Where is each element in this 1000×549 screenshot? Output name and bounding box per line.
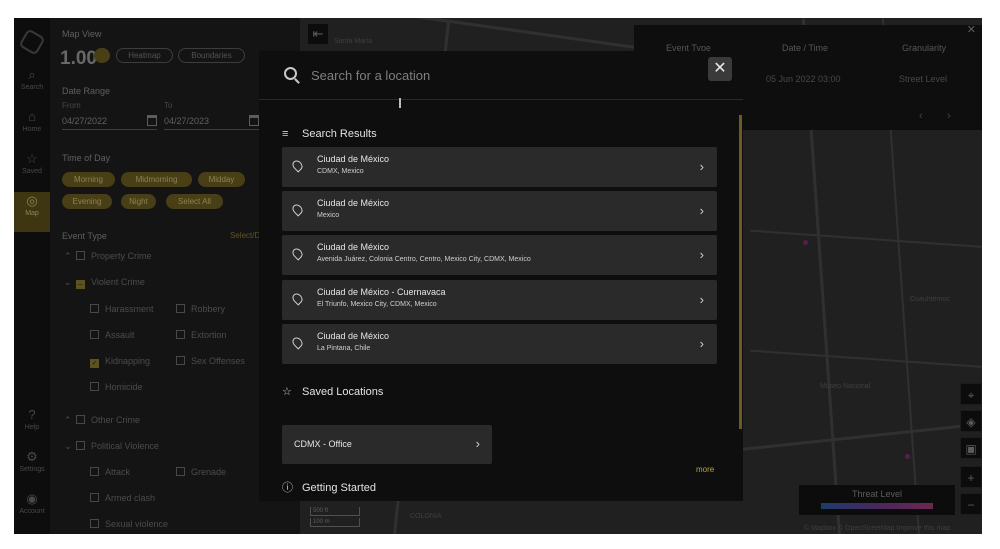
chevron-right-icon: ›: [699, 336, 704, 351]
more-link[interactable]: more: [696, 465, 714, 474]
location-search-input[interactable]: [311, 63, 691, 87]
search-icon: [284, 67, 297, 80]
search-result-item[interactable]: Ciudad de México CDMX, Mexico ›: [282, 147, 717, 187]
search-result-item[interactable]: Ciudad de México Mexico ›: [282, 191, 717, 231]
saved-locations-heading: ☆ Saved Locations: [282, 386, 384, 398]
chevron-right-icon: ›: [699, 203, 704, 218]
location-pin-icon: [290, 335, 305, 350]
star-icon: ☆: [282, 386, 292, 398]
chevron-right-icon: ›: [475, 436, 480, 451]
close-button[interactable]: ✕: [708, 57, 732, 81]
location-pin-icon: [290, 246, 305, 261]
getting-started-heading[interactable]: ⓘ Getting Started: [282, 479, 376, 495]
search-result-item[interactable]: Ciudad de México - Cuernavaca El Triunfo…: [282, 280, 717, 320]
location-pin-icon: [290, 291, 305, 306]
search-result-item[interactable]: Ciudad de México La Pintana, Chile ›: [282, 324, 717, 364]
text-cursor: [399, 98, 401, 108]
chevron-right-icon: ›: [699, 247, 704, 262]
search-results-heading: ≡ Search Results: [282, 128, 377, 140]
app-window: ⌕ Search ⌂ Home ☆ Saved ◎ Map ? Help ⚙ Setting…: [14, 18, 982, 534]
chevron-right-icon: ›: [699, 292, 704, 307]
chevron-right-icon: ›: [699, 159, 704, 174]
location-search-modal: ✕ ≡Search Results Ciudad de México CDMX,…: [259, 51, 743, 501]
info-icon: ⓘ: [282, 482, 293, 494]
search-result-item[interactable]: Ciudad de México Avenida Juárez, Colonia…: [282, 235, 717, 275]
results-list-icon: ≡: [282, 128, 289, 140]
search-bar: ✕: [259, 51, 743, 100]
location-pin-icon: [290, 202, 305, 217]
location-pin-icon: [290, 158, 305, 173]
scrollbar[interactable]: [739, 115, 742, 429]
saved-location-item[interactable]: CDMX - Office ›: [282, 425, 492, 464]
